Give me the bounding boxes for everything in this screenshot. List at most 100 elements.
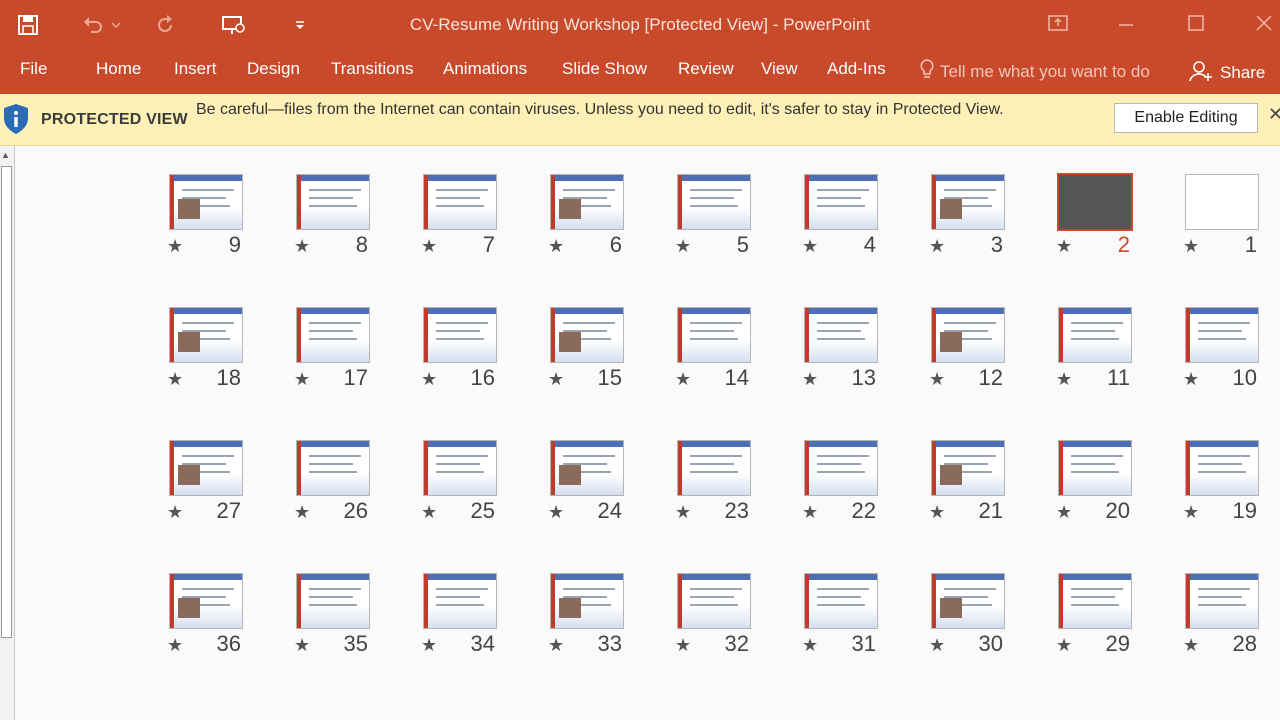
slide-preview[interactable] — [804, 573, 878, 629]
slide-preview[interactable] — [1058, 440, 1132, 496]
slide-thumbnail-36[interactable]: ★ 36 — [141, 545, 251, 656]
scroll-up-arrow-icon[interactable]: ▲ — [1, 150, 10, 160]
slide-thumbnail-18[interactable]: ★ 18 — [141, 279, 251, 390]
slide-thumbnail-4[interactable]: ★ 4 — [776, 146, 886, 257]
tab-view[interactable]: View — [761, 59, 798, 79]
slide-thumbnail-13[interactable]: ★ 13 — [776, 279, 886, 390]
slide-preview[interactable] — [1185, 573, 1259, 629]
slide-preview[interactable] — [677, 307, 751, 363]
slide-thumbnail-10[interactable]: ★ 10 — [1157, 279, 1267, 390]
slide-thumbnail-16[interactable]: ★ 16 — [395, 279, 505, 390]
tab-insert[interactable]: Insert — [174, 59, 217, 79]
slide-preview[interactable] — [804, 307, 878, 363]
slide-thumbnail-28[interactable]: ★ 28 — [1157, 545, 1267, 656]
slide-preview[interactable] — [931, 573, 1005, 629]
slide-thumbnail-30[interactable]: ★ 30 — [903, 545, 1013, 656]
slide-preview[interactable] — [677, 174, 751, 230]
slide-preview[interactable] — [550, 573, 624, 629]
slide-thumbnail-6[interactable]: ★ 6 — [522, 146, 632, 257]
slide-thumbnail-25[interactable]: ★ 25 — [395, 412, 505, 523]
slide-preview[interactable] — [550, 440, 624, 496]
slide-preview[interactable] — [423, 307, 497, 363]
slide-preview[interactable] — [169, 174, 243, 230]
slide-thumbnail-19[interactable]: ★ 19 — [1157, 412, 1267, 523]
save-icon[interactable] — [13, 10, 43, 40]
tell-me-search[interactable]: Tell me what you want to do — [920, 59, 1150, 84]
slide-preview[interactable] — [1185, 307, 1259, 363]
slide-preview[interactable] — [550, 174, 624, 230]
slide-thumbnail-31[interactable]: ★ 31 — [776, 545, 886, 656]
slide-thumbnail-27[interactable]: ★ 27 — [141, 412, 251, 523]
tab-transitions[interactable]: Transitions — [331, 59, 414, 79]
slide-thumbnail-33[interactable]: ★ 33 — [522, 545, 632, 656]
undo-dropdown-icon[interactable] — [108, 10, 124, 40]
maximize-icon[interactable] — [1178, 8, 1214, 38]
tab-review[interactable]: Review — [678, 59, 734, 79]
tab-file[interactable]: File — [20, 59, 47, 79]
slide-preview[interactable] — [423, 174, 497, 230]
slide-thumbnail-23[interactable]: ★ 23 — [649, 412, 759, 523]
slide-preview[interactable] — [296, 440, 370, 496]
close-window-icon[interactable] — [1246, 8, 1280, 38]
slide-thumbnail-9[interactable]: ★ 9 — [141, 146, 251, 257]
slide-thumbnail-14[interactable]: ★ 14 — [649, 279, 759, 390]
customize-quick-access-icon[interactable] — [288, 10, 312, 40]
slide-preview[interactable] — [931, 440, 1005, 496]
slide-thumbnail-34[interactable]: ★ 34 — [395, 545, 505, 656]
tab-animations[interactable]: Animations — [443, 59, 527, 79]
slide-preview[interactable] — [1185, 440, 1259, 496]
slide-thumbnail-2[interactable]: ★ 2 — [1030, 146, 1140, 257]
slide-preview[interactable] — [169, 440, 243, 496]
slide-preview[interactable] — [1057, 173, 1133, 231]
slide-preview[interactable] — [1058, 573, 1132, 629]
slide-thumbnail-11[interactable]: ★ 11 — [1030, 279, 1140, 390]
slide-preview[interactable] — [423, 573, 497, 629]
slide-preview-detail — [297, 175, 369, 181]
slide-thumbnail-15[interactable]: ★ 15 — [522, 279, 632, 390]
scroll-thumb[interactable] — [1, 166, 12, 638]
slide-preview[interactable] — [677, 573, 751, 629]
slide-thumbnail-24[interactable]: ★ 24 — [522, 412, 632, 523]
slide-thumbnail-7[interactable]: ★ 7 — [395, 146, 505, 257]
redo-icon[interactable] — [150, 10, 180, 40]
slide-preview[interactable] — [931, 174, 1005, 230]
minimize-icon[interactable] — [1108, 8, 1144, 38]
slide-preview[interactable] — [169, 573, 243, 629]
slide-preview[interactable] — [1185, 174, 1259, 230]
slide-thumbnail-1[interactable]: ★ 1 — [1157, 146, 1267, 257]
slide-thumbnail-32[interactable]: ★ 32 — [649, 545, 759, 656]
slide-preview[interactable] — [296, 307, 370, 363]
slide-preview[interactable] — [169, 307, 243, 363]
slide-thumbnail-3[interactable]: ★ 3 — [903, 146, 1013, 257]
slide-preview[interactable] — [804, 440, 878, 496]
enable-editing-button[interactable]: Enable Editing — [1114, 103, 1258, 133]
slide-thumbnail-12[interactable]: ★ 12 — [903, 279, 1013, 390]
slide-preview[interactable] — [296, 573, 370, 629]
slide-preview[interactable] — [804, 174, 878, 230]
slide-thumbnail-35[interactable]: ★ 35 — [268, 545, 378, 656]
slide-thumbnail-8[interactable]: ★ 8 — [268, 146, 378, 257]
slide-thumbnail-21[interactable]: ★ 21 — [903, 412, 1013, 523]
ribbon-display-options-icon[interactable] — [1040, 8, 1076, 38]
slide-preview[interactable] — [677, 440, 751, 496]
slide-preview[interactable] — [931, 307, 1005, 363]
slide-thumbnail-5[interactable]: ★ 5 — [649, 146, 759, 257]
slide-thumbnail-17[interactable]: ★ 17 — [268, 279, 378, 390]
slide-thumbnail-26[interactable]: ★ 26 — [268, 412, 378, 523]
slide-preview[interactable] — [296, 174, 370, 230]
vertical-scrollbar[interactable]: ▲ — [0, 146, 15, 720]
share-button[interactable]: Share — [1188, 56, 1280, 90]
tab-add-ins[interactable]: Add-Ins — [827, 59, 886, 79]
tab-home[interactable]: Home — [96, 59, 141, 79]
slide-thumbnail-20[interactable]: ★ 20 — [1030, 412, 1140, 523]
tab-design[interactable]: Design — [247, 59, 300, 79]
close-message-bar-icon[interactable]: ✕ — [1268, 104, 1280, 125]
tab-slide-show[interactable]: Slide Show — [562, 59, 647, 79]
presenter-icon[interactable] — [218, 10, 248, 40]
slide-preview[interactable] — [550, 307, 624, 363]
slide-thumbnail-29[interactable]: ★ 29 — [1030, 545, 1140, 656]
slide-preview[interactable] — [1058, 307, 1132, 363]
undo-icon[interactable] — [78, 10, 108, 40]
slide-thumbnail-22[interactable]: ★ 22 — [776, 412, 886, 523]
slide-preview[interactable] — [423, 440, 497, 496]
